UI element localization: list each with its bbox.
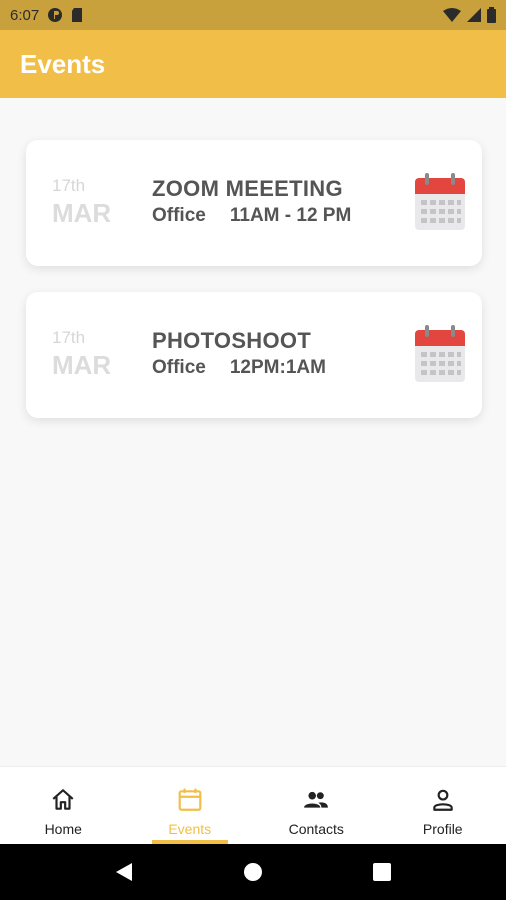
event-card[interactable]: 17th MAR PHOTOSHOOT Office 12PM:1AM xyxy=(26,292,482,418)
bottom-nav: Home Events Contacts Profile xyxy=(0,766,506,844)
page-title: Events xyxy=(20,48,106,79)
app-bar: Events xyxy=(0,30,506,98)
calendar-icon[interactable] xyxy=(414,172,466,232)
recents-icon[interactable] xyxy=(373,863,391,881)
wifi-icon xyxy=(443,8,461,22)
event-time: 12PM:1AM xyxy=(229,357,326,378)
battery-icon xyxy=(487,7,496,23)
event-meta: Office 12PM:1AM xyxy=(152,357,326,379)
event-day: 17th xyxy=(52,328,86,347)
signal-icon xyxy=(467,8,481,22)
notification-icon xyxy=(48,8,63,22)
status-bar: 6:07 xyxy=(0,0,506,30)
event-meta: Office 11AM - 12 PM xyxy=(152,205,351,227)
event-day: 17th xyxy=(52,176,86,195)
system-nav-bar xyxy=(0,844,506,900)
event-title: ZOOM MEEETING xyxy=(152,176,343,201)
sd-card-icon xyxy=(72,8,83,22)
nav-label: Profile xyxy=(422,821,463,837)
events-list: 17th MAR ZOOM MEEETING Office 11AM - 12 … xyxy=(0,98,506,766)
home-button-icon[interactable] xyxy=(243,862,263,882)
event-time: 11AM - 12 PM xyxy=(229,205,352,226)
nav-item-contacts[interactable]: Contacts xyxy=(253,767,380,844)
nav-item-home[interactable]: Home xyxy=(0,767,127,844)
event-location: Office xyxy=(152,205,206,226)
event-month: MAR xyxy=(52,350,112,380)
calendar-icon xyxy=(178,788,202,811)
nav-label: Contacts xyxy=(288,821,344,837)
nav-label: Home xyxy=(44,821,82,837)
person-icon xyxy=(433,789,453,811)
status-time: 6:07 xyxy=(10,6,40,24)
contacts-icon xyxy=(304,791,329,808)
home-icon xyxy=(52,789,74,810)
nav-item-profile[interactable]: Profile xyxy=(380,767,506,844)
nav-item-events[interactable]: Events xyxy=(127,767,254,844)
event-card[interactable]: 17th MAR ZOOM MEEETING Office 11AM - 12 … xyxy=(26,140,482,266)
calendar-icon[interactable] xyxy=(414,324,466,384)
event-month: MAR xyxy=(52,198,112,228)
back-icon[interactable] xyxy=(115,862,133,882)
event-title: PHOTOSHOOT xyxy=(152,328,312,353)
event-location: Office xyxy=(152,357,206,378)
nav-label: Events xyxy=(168,821,212,837)
